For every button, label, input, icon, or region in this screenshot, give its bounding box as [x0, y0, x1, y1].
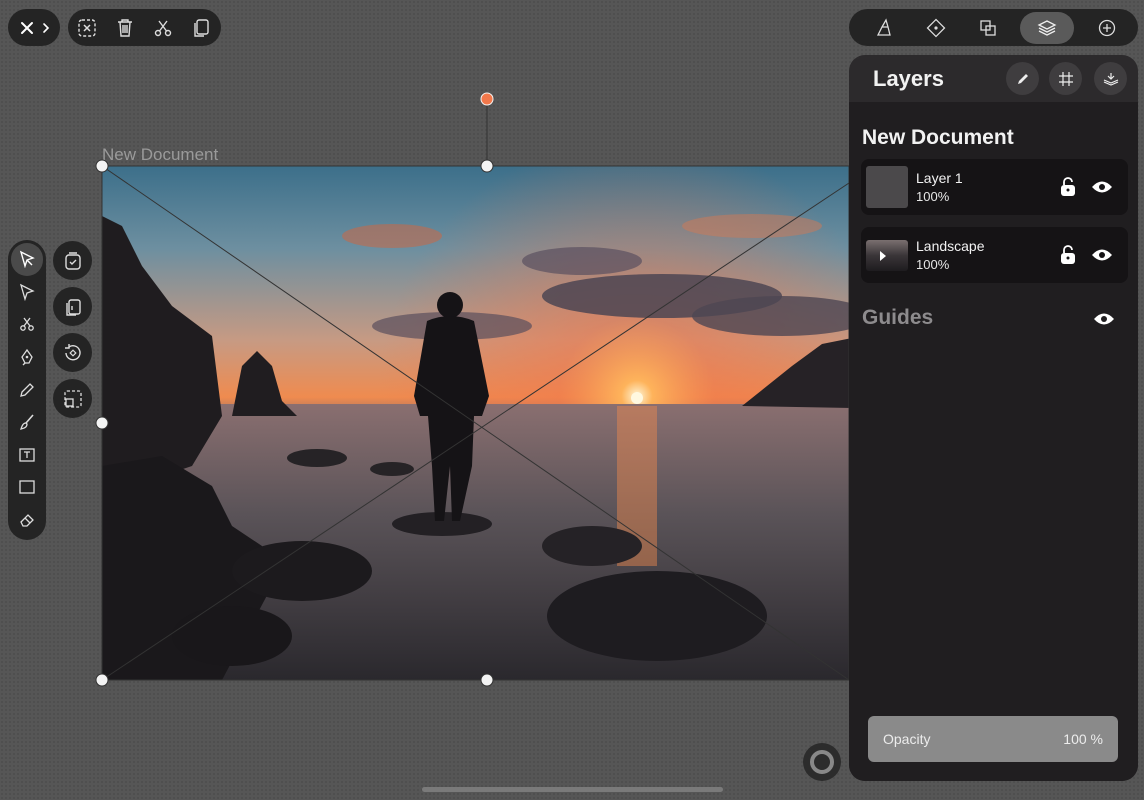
trash-icon[interactable]: [106, 10, 144, 46]
paste-icon[interactable]: [53, 287, 92, 326]
add-icon[interactable]: [1088, 12, 1126, 44]
handle-bottom-center[interactable]: [480, 673, 494, 687]
transform-box-icon[interactable]: [53, 379, 92, 418]
handle-middle-left[interactable]: [95, 416, 109, 430]
handle-bottom-left[interactable]: [95, 673, 109, 687]
guides-eye-icon[interactable]: [1092, 308, 1116, 330]
left-toolbar: [8, 240, 46, 540]
canvas-document-label: New Document: [102, 145, 219, 164]
handle-top-left[interactable]: [95, 159, 109, 173]
edit-icon[interactable]: [1006, 62, 1039, 95]
scissors-icon[interactable]: [144, 10, 182, 46]
panel-header: Layers: [849, 55, 1138, 102]
layer-opacity: 100%: [916, 189, 950, 204]
clipboard-check-icon[interactable]: [53, 241, 92, 280]
select-arrow-icon[interactable]: [11, 243, 43, 276]
layer-row-landscape[interactable]: Landscape 100%: [861, 227, 1128, 283]
chevron-right-icon[interactable]: [37, 10, 55, 46]
pen-tool-icon[interactable]: [11, 341, 43, 374]
scissors-tool-icon[interactable]: [11, 308, 43, 341]
eye-icon[interactable]: [1090, 244, 1114, 266]
copy-icon[interactable]: [182, 10, 220, 46]
stack-download-icon[interactable]: [1094, 62, 1127, 95]
layer-row-layer-1[interactable]: Layer 1 100%: [861, 159, 1128, 215]
unlock-icon[interactable]: [1057, 176, 1079, 198]
deselect-icon[interactable]: [68, 10, 106, 46]
node-icon[interactable]: [917, 12, 955, 44]
studio-toolbar: [849, 9, 1138, 46]
rotate-icon[interactable]: [53, 333, 92, 372]
layers-panel: Layers New Document Layer 1 100% Landsca…: [849, 55, 1138, 781]
eraser-tool-icon[interactable]: [11, 504, 43, 537]
pencil-tool-icon[interactable]: [11, 373, 43, 406]
boolean-icon[interactable]: [969, 12, 1007, 44]
eye-icon[interactable]: [1090, 176, 1114, 198]
quick-menu-button[interactable]: [803, 743, 841, 781]
home-indicator[interactable]: [422, 787, 723, 792]
rectangle-tool-icon[interactable]: [11, 471, 43, 504]
grid-icon[interactable]: [1049, 62, 1082, 95]
opacity-slider[interactable]: Opacity 100 %: [868, 716, 1118, 762]
layer-opacity: 100%: [916, 257, 950, 272]
direct-select-icon[interactable]: [11, 276, 43, 309]
opacity-value: 100 %: [1063, 731, 1103, 747]
landscape-image[interactable]: [102, 166, 852, 680]
rotation-handle[interactable]: [480, 92, 494, 106]
layer-thumbnail: [866, 166, 908, 208]
close-group: [8, 9, 60, 46]
layer-name: Layer 1: [916, 170, 963, 186]
edit-toolbar: [68, 9, 221, 46]
layers-icon[interactable]: [1020, 11, 1075, 44]
layer-name: Landscape: [916, 238, 985, 254]
layer-thumbnail: [866, 240, 908, 271]
document-name: New Document: [862, 126, 1014, 149]
text-tool-icon[interactable]: [11, 439, 43, 472]
brush-tool-icon[interactable]: [11, 406, 43, 439]
unlock-icon[interactable]: [1057, 244, 1079, 266]
panel-body: New Document Layer 1 100% Landscape 100%: [849, 102, 1138, 781]
panel-title: Layers: [873, 65, 944, 91]
handle-top-center[interactable]: [480, 159, 494, 173]
close-icon[interactable]: [17, 10, 37, 46]
opacity-label: Opacity: [883, 731, 931, 747]
guides-label: Guides: [862, 306, 934, 329]
style-brush-icon[interactable]: [865, 12, 903, 44]
